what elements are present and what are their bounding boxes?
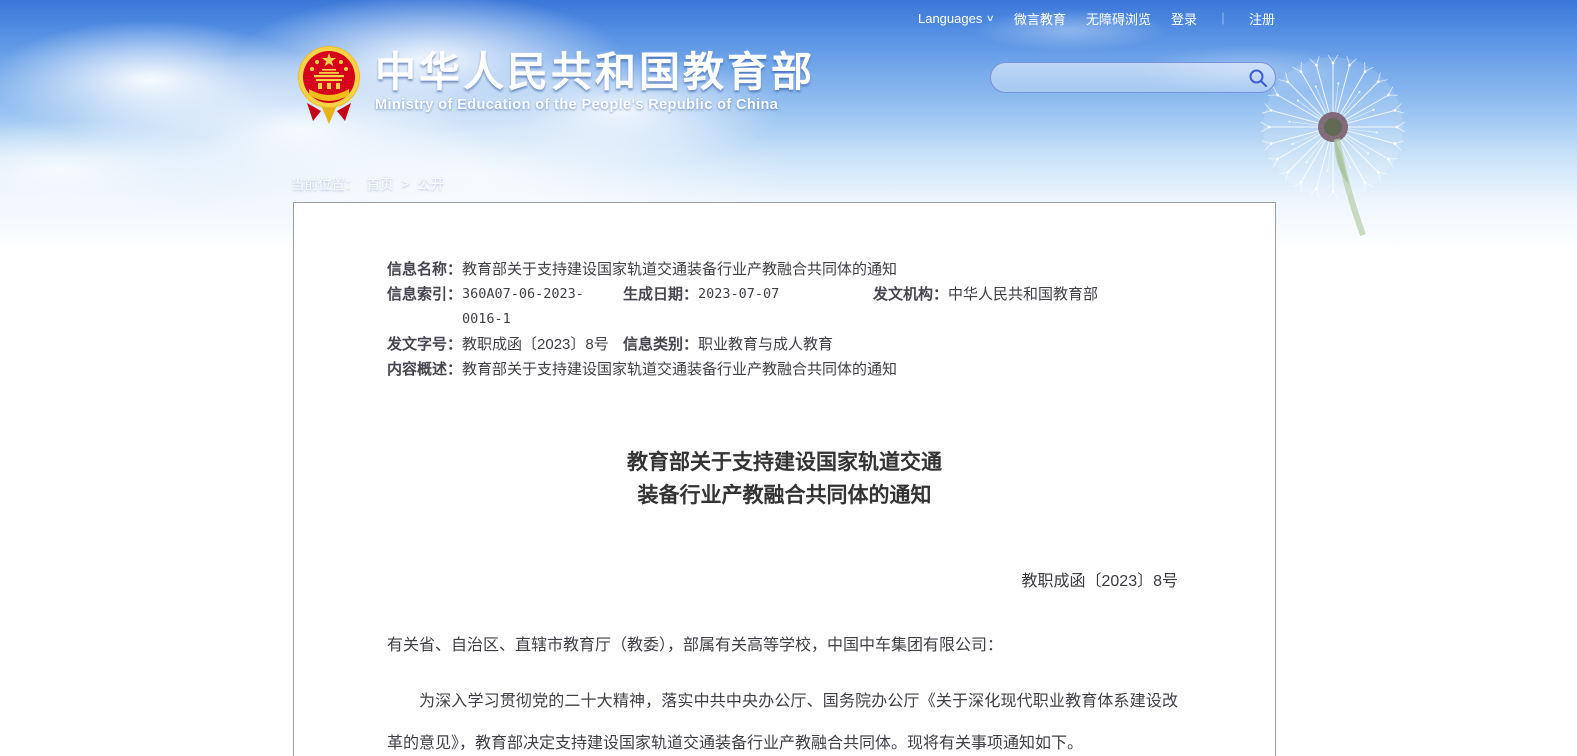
breadcrumb-separator: >: [402, 176, 410, 191]
languages-menu[interactable]: Languages ∨: [918, 11, 994, 26]
meta-row-docno-category: 发文字号： 教职成函〔2023〕8号 信息类别： 职业教育与成人教育: [387, 332, 1180, 357]
dandelion-image: [1245, 35, 1475, 250]
breadcrumb-label: 当前位置：: [291, 173, 359, 193]
meta-category-value: 职业教育与成人教育: [698, 332, 833, 357]
languages-label: Languages: [918, 11, 982, 26]
register-link[interactable]: 注册: [1249, 9, 1275, 28]
brand-text: 中华人民共和国教育部 Ministry of Education of the …: [375, 45, 815, 113]
site-title: 中华人民共和国教育部: [375, 49, 815, 95]
meta-summary-label: 内容概述：: [387, 357, 462, 382]
topbar-divider: ｜: [1217, 10, 1229, 27]
meta-agency-label: 发文机构：: [873, 282, 948, 332]
top-utility-bar: Languages ∨ 微言教育 无障碍浏览 登录 ｜ 注册: [918, 9, 1275, 28]
meta-row-name: 信息名称： 教育部关于支持建设国家轨道交通装备行业产教融合共同体的通知: [387, 257, 1180, 282]
document-title: 教育部关于支持建设国家轨道交通 装备行业产教融合共同体的通知: [294, 446, 1275, 512]
meta-index-label: 信息索引：: [387, 282, 462, 332]
meta-name-value: 教育部关于支持建设国家轨道交通装备行业产教融合共同体的通知: [462, 257, 897, 282]
document-number: 教职成函〔2023〕8号: [294, 567, 1178, 591]
login-link[interactable]: 登录: [1171, 9, 1197, 28]
document-card: 信息名称： 教育部关于支持建设国家轨道交通装备行业产教融合共同体的通知 信息索引…: [293, 202, 1276, 756]
meta-date-label: 生成日期：: [623, 282, 698, 332]
meta-category-label: 信息类别：: [623, 332, 698, 357]
breadcrumb-home-link[interactable]: 首页: [367, 173, 394, 193]
search-icon: [1248, 68, 1268, 88]
document-title-line2: 装备行业产教融合共同体的通知: [294, 479, 1275, 512]
meta-agency-value: 中华人民共和国教育部: [948, 282, 1098, 332]
site-brand[interactable]: 中华人民共和国教育部 Ministry of Education of the …: [297, 45, 815, 127]
document-salutation: 有关省、自治区、直辖市教育厅（教委），部属有关高等学校，中国中车集团有限公司：: [387, 635, 1180, 657]
site-subtitle: Ministry of Education of the People's Re…: [375, 97, 815, 113]
meta-summary-value: 教育部关于支持建设国家轨道交通装备行业产教融合共同体的通知: [462, 357, 897, 382]
search-input[interactable]: [991, 63, 1241, 92]
meta-name-label: 信息名称：: [387, 257, 462, 282]
document-title-line1: 教育部关于支持建设国家轨道交通: [294, 446, 1275, 479]
search-button[interactable]: [1241, 62, 1275, 93]
breadcrumb: 当前位置： 首页 > 公开: [291, 173, 444, 193]
national-emblem-logo: [297, 45, 361, 127]
weiyan-link[interactable]: 微言教育: [1014, 9, 1066, 28]
breadcrumb-section-link[interactable]: 公开: [417, 173, 444, 193]
meta-index-value: 360A07-06-2023-0016-1: [462, 282, 623, 332]
document-paragraph-1: 为深入学习贯彻党的二十大精神，落实中共中央办公厅、国务院办公厅《关于深化现代职业…: [387, 681, 1178, 756]
meta-row-summary: 内容概述： 教育部关于支持建设国家轨道交通装备行业产教融合共同体的通知: [387, 357, 1180, 382]
meta-date-value: 2023-07-07: [698, 282, 779, 332]
document-meta: 信息名称： 教育部关于支持建设国家轨道交通装备行业产教融合共同体的通知 信息索引…: [387, 257, 1180, 382]
meta-docno-value: 教职成函〔2023〕8号: [462, 332, 609, 357]
chevron-down-icon: ∨: [986, 13, 995, 24]
meta-row-index-date-agency: 信息索引： 360A07-06-2023-0016-1 生成日期： 2023-0…: [387, 282, 1180, 332]
accessibility-link[interactable]: 无障碍浏览: [1086, 9, 1151, 28]
search-bar: [990, 62, 1276, 93]
page: Languages ∨ 微言教育 无障碍浏览 登录 ｜ 注册: [0, 0, 1577, 756]
meta-docno-label: 发文字号：: [387, 332, 462, 357]
